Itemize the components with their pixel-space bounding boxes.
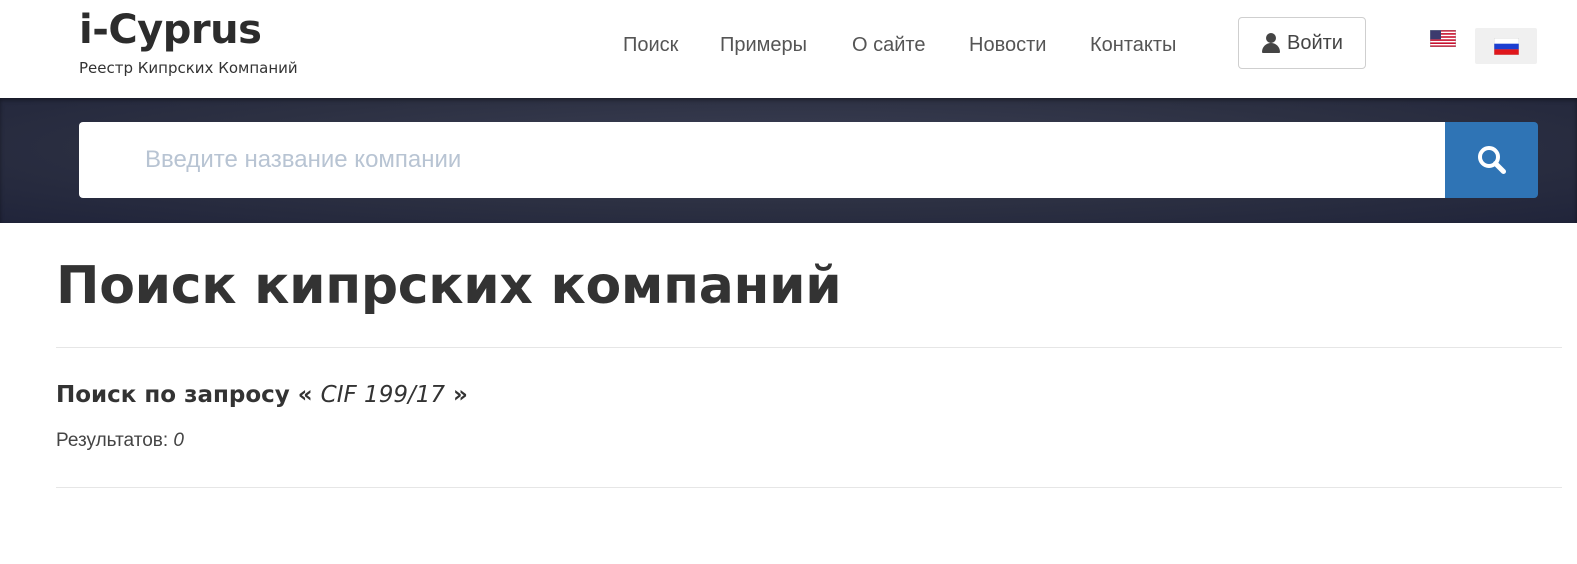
brand[interactable]: i-Cyprus Реестр Кипрских Компаний [79,6,298,78]
results-count-value: 0 [173,430,184,451]
results-label: Результатов: [56,430,169,451]
search-hero [0,98,1577,223]
results-count: Результатов: 0 [56,428,184,454]
site-header: i-Cyprus Реестр Кипрских Компаний Поиск … [0,0,1577,98]
ru-flag-icon [1493,37,1520,56]
divider [56,347,1562,348]
search-box [79,122,1445,198]
site-logo-title[interactable]: i-Cyprus [79,6,298,54]
site-tagline: Реестр Кипрских Компаний [79,59,298,77]
divider [56,487,1562,488]
search-button[interactable] [1445,122,1538,198]
query-prefix: Поиск по запросу « [56,382,313,408]
login-button-label: Войти [1287,31,1343,54]
nav-item-contacts[interactable]: Контакты [1090,30,1176,60]
nav-item-about[interactable]: О сайте [852,30,925,60]
nav-item-examples[interactable]: Примеры [720,30,807,60]
us-flag-icon [1429,29,1457,48]
login-button[interactable]: Войти [1238,17,1366,69]
query-suffix: » [453,382,468,408]
language-ru-flag[interactable] [1493,37,1520,56]
page-title: Поиск кипрских компаний [56,256,842,316]
search-query-heading: Поиск по запросу « CIF 199/17 » [56,378,468,412]
company-search-input[interactable] [79,122,1445,198]
nav-item-news[interactable]: Новости [969,30,1046,60]
query-value: CIF 199/17 [320,382,445,408]
search-icon [1478,146,1506,174]
language-en-button[interactable] [1429,29,1458,48]
nav-item-search[interactable]: Поиск [623,30,678,60]
user-icon [1261,32,1281,54]
